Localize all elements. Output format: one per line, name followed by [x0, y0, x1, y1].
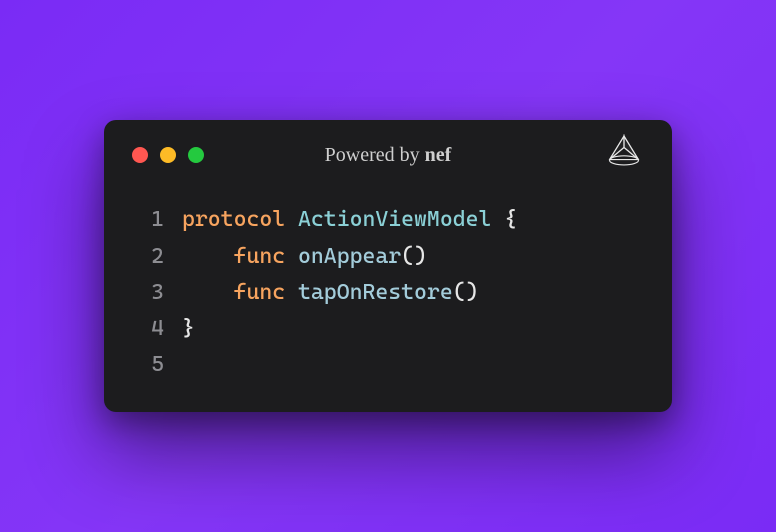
line-number: 2 — [104, 239, 182, 275]
code-content: func onAppear() — [182, 239, 427, 275]
window-title: Powered by nef — [325, 144, 452, 167]
code-line: 3 func tapOnRestore() — [104, 275, 672, 311]
line-number: 4 — [104, 311, 182, 347]
code-window: Powered by nef 1protocol ActionViewModel… — [104, 120, 672, 411]
code-line: 2 func onAppear() — [104, 239, 672, 275]
zoom-icon[interactable] — [188, 147, 204, 163]
line-number: 3 — [104, 275, 182, 311]
line-number: 1 — [104, 202, 182, 238]
code-content: } — [182, 311, 195, 347]
line-number: 5 — [104, 347, 182, 383]
title-brand: nef — [425, 144, 452, 166]
minimize-icon[interactable] — [160, 147, 176, 163]
code-content: protocol ActionViewModel { — [182, 202, 517, 238]
nef-logo-icon — [604, 132, 644, 172]
title-prefix: Powered by — [325, 144, 425, 166]
code-content: func tapOnRestore() — [182, 275, 478, 311]
titlebar: Powered by nef — [104, 120, 672, 180]
code-line: 1protocol ActionViewModel { — [104, 202, 672, 238]
code-area: 1protocol ActionViewModel {2 func onAppe… — [104, 180, 672, 383]
traffic-lights — [132, 147, 204, 163]
code-line: 5 — [104, 347, 672, 383]
code-line: 4} — [104, 311, 672, 347]
close-icon[interactable] — [132, 147, 148, 163]
